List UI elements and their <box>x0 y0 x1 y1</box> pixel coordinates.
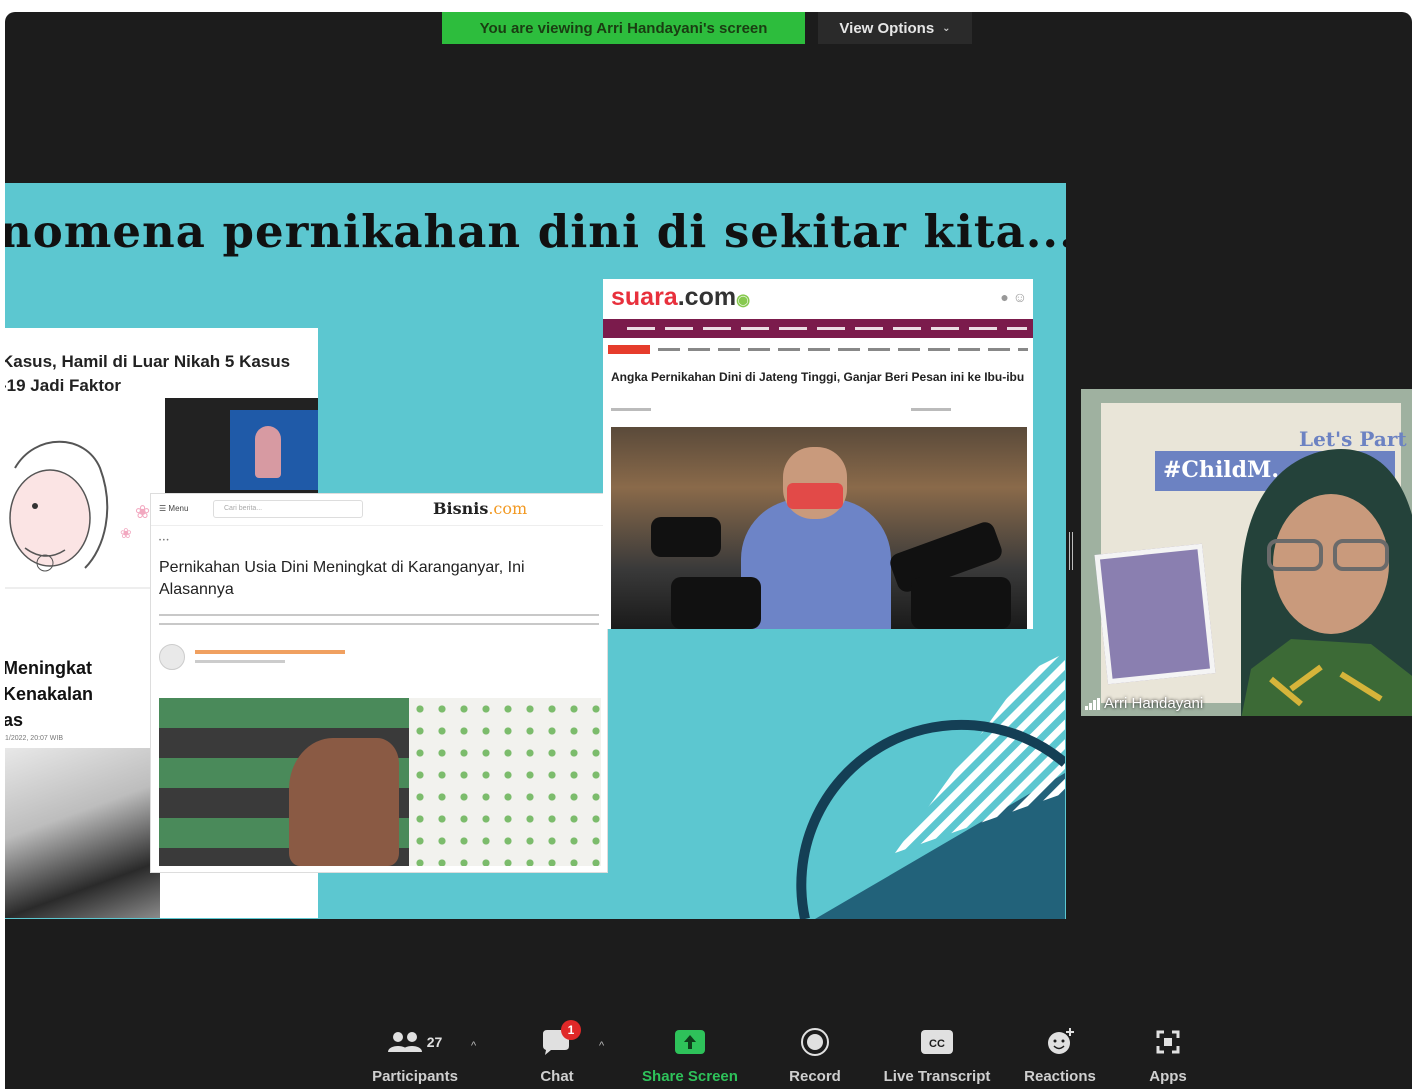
slide-title: nomena pernikahan dini di sekitar kita..… <box>5 205 1066 258</box>
svg-text:❀: ❀ <box>120 526 132 542</box>
decorative-shape <box>796 653 1065 919</box>
shared-screen: nomena pernikahan dini di sekitar kita..… <box>5 183 1066 919</box>
bisnis-topbar: ☰ Menu Cari berita... Bisnis.com <box>151 494 607 526</box>
suara-subnav <box>608 345 1028 354</box>
bisnis-lead-text <box>159 610 599 628</box>
bisnis-menu-label: Menu <box>168 504 189 513</box>
resize-handle[interactable] <box>1069 532 1074 570</box>
suara-headline: Angka Pernikahan Dini di Jateng Tinggi, … <box>611 370 1025 384</box>
reactions-label: Reactions <box>1024 1068 1096 1085</box>
bisnis-logo: Bisnis.com <box>433 499 528 518</box>
live-transcript-label: Live Transcript <box>883 1068 991 1085</box>
article-left-headline: Kasus, Hamil di Luar Nikah 5 Kasus -19 J… <box>5 352 291 395</box>
suara-navbar <box>603 319 1033 338</box>
record-icon <box>801 1028 829 1056</box>
breadcrumb: • • • <box>159 538 169 544</box>
share-screen-icon <box>675 1030 705 1054</box>
share-screen-label: Share Screen <box>642 1068 738 1085</box>
illustration-sketch: ❀ ❀ <box>5 440 155 589</box>
viewing-screen-banner: You are viewing Arri Handayani's screen <box>442 12 805 44</box>
svg-text:❀: ❀ <box>135 502 150 523</box>
share-screen-button[interactable]: Share Screen <box>635 1022 745 1085</box>
author-date <box>195 660 285 663</box>
article-left-photo <box>5 748 160 918</box>
chat-label: Chat <box>540 1068 574 1085</box>
bisnis-headline: Pernikahan Usia Dini Meningkat di Karang… <box>159 559 525 598</box>
chevron-up-icon[interactable]: ^ <box>599 1040 604 1052</box>
apps-label: Apps <box>1149 1068 1187 1085</box>
article-card-suara: suara.com◉ ● ☺ Angka Pernikahan Dini di … <box>603 279 1033 629</box>
closed-caption-icon: CC <box>921 1030 953 1054</box>
participant-video[interactable]: #ChildM...rev Let's Part Arri Handayani <box>1081 389 1412 716</box>
reactions-icon <box>1048 1028 1074 1054</box>
apps-icon <box>1156 1030 1180 1054</box>
article-left-date: 1/2022, 20:07 WIB <box>5 735 63 742</box>
view-options-label: View Options <box>839 19 935 37</box>
participants-button[interactable]: 27 Participants <box>360 1022 470 1085</box>
record-label: Record <box>789 1068 841 1085</box>
suara-user-icon: ● ☺ <box>1000 289 1027 305</box>
zoom-window: You are viewing Arri Handayani's screen … <box>5 12 1412 1089</box>
suara-photo <box>611 427 1027 629</box>
article-card-bisnis: ☰ Menu Cari berita... Bisnis.com • • • P… <box>150 493 608 873</box>
chat-badge: 1 <box>561 1020 581 1040</box>
view-options-button[interactable]: View Options ⌄ <box>818 12 972 44</box>
participant-name-tag: Arri Handayani <box>1085 695 1203 712</box>
participant-name: Arri Handayani <box>1104 695 1204 712</box>
author-avatar <box>159 644 185 670</box>
reactions-button[interactable]: Reactions <box>1010 1022 1110 1085</box>
suara-meta <box>611 408 1021 411</box>
menu-icon: ☰ Menu <box>159 504 189 513</box>
author-name <box>195 650 345 654</box>
chevron-down-icon: ⌄ <box>942 22 951 34</box>
bisnis-search-input: Cari berita... <box>213 500 363 518</box>
article-left-headline-2: Meningkat Kenakalan as <box>5 658 94 730</box>
record-button[interactable]: Record <box>770 1022 860 1085</box>
chat-button[interactable]: 1 Chat <box>517 1020 597 1085</box>
article-left-thumbnail <box>165 398 318 498</box>
participant-person <box>1241 449 1412 716</box>
chevron-up-icon[interactable]: ^ <box>471 1040 476 1052</box>
bisnis-photo <box>159 698 601 866</box>
participants-icon <box>387 1032 422 1052</box>
background-photo <box>1094 543 1216 685</box>
svg-text:CC: CC <box>929 1038 945 1050</box>
meeting-toolbar: 27 Participants ^ 1 Chat ^ Share Screen <box>5 1020 1412 1089</box>
apps-button[interactable]: Apps <box>1133 1022 1203 1085</box>
suara-logo: suara.com◉ <box>611 283 751 311</box>
participants-label: Participants <box>372 1068 458 1085</box>
signal-strength-icon <box>1085 697 1100 710</box>
live-transcript-button[interactable]: CC Live Transcript <box>877 1022 997 1085</box>
participant-count: 27 <box>426 1034 443 1050</box>
